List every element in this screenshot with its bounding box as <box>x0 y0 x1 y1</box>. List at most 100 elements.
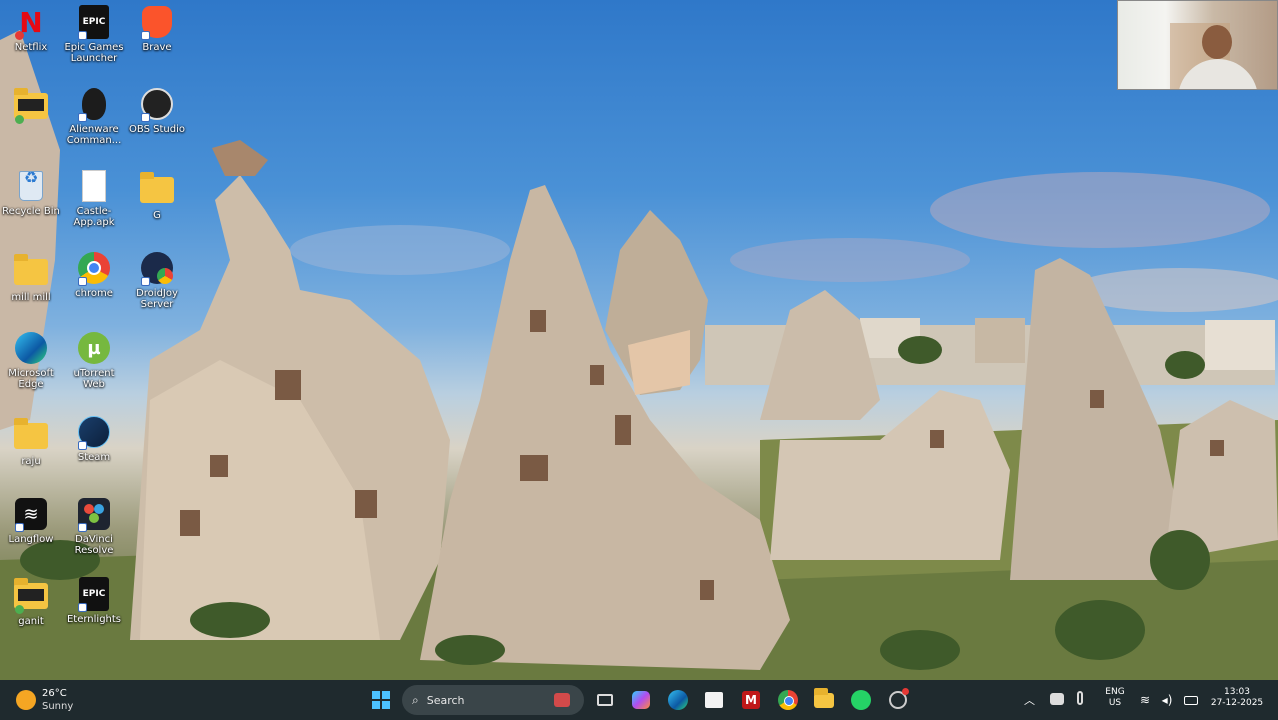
desktop-icon-alienware[interactable]: Alienware Comman... <box>63 86 125 146</box>
desktop-icon-label: uTorrent Web <box>73 368 115 390</box>
edge-icon <box>13 330 49 366</box>
show-hidden-icons-button[interactable]: ︿ <box>1024 692 1035 708</box>
task-view-icon <box>597 694 613 706</box>
folder-icon <box>13 254 49 290</box>
desktop-icon-label: ganit <box>18 616 44 627</box>
sun-icon <box>16 690 36 710</box>
weather-temp: 26°C <box>42 688 67 699</box>
epic-games-icon: EPIC <box>76 4 112 40</box>
desktop-icon-label: raju <box>21 456 41 467</box>
desktop-icon-brave[interactable]: Brave <box>126 4 188 53</box>
taskbar: 26°C Sunny M ︿ ENG US ≋ ◂) 13:03 27-12-2… <box>0 680 1278 720</box>
desktop-icon-epic-games[interactable]: EPIC Epic Games Launcher <box>63 4 125 64</box>
store-icon <box>705 692 723 708</box>
desktop-icon-label: G <box>153 210 161 221</box>
weather-widget[interactable]: 26°C Sunny <box>16 686 86 714</box>
folder-icon <box>13 578 49 614</box>
desktop-icon-folder-g[interactable]: G <box>126 172 188 221</box>
clock[interactable]: 13:03 27-12-2025 <box>1202 687 1272 709</box>
desktop-icon-eternlights[interactable]: EPIC Eternlights <box>63 576 125 625</box>
langflow-icon: ≋ <box>13 496 49 532</box>
davinci-icon <box>76 496 112 532</box>
desktop-icon-obs[interactable]: OBS Studio <box>126 86 188 135</box>
volume-icon: ◂) <box>1161 693 1173 707</box>
desktop-icon-label: OBS Studio <box>129 124 185 135</box>
mcafee-icon: M <box>742 691 760 709</box>
mcafee-button[interactable]: M <box>737 686 765 714</box>
utorrent-icon: µ <box>76 330 112 366</box>
folder-icon <box>13 418 49 454</box>
copilot-button[interactable] <box>627 686 655 714</box>
start-button[interactable] <box>367 686 395 714</box>
desktop-icon-folder[interactable] <box>0 88 62 126</box>
language-indicator[interactable]: ENG US <box>1100 687 1130 709</box>
desktop-icon-label: Langflow <box>8 534 54 545</box>
desktop-icon-netflix[interactable]: N Netflix <box>0 4 62 53</box>
task-view-button[interactable] <box>591 686 619 714</box>
desktop-icon-label: Eternlights <box>66 614 122 625</box>
file-icon <box>76 168 112 204</box>
file-explorer-icon <box>814 687 834 708</box>
webcam-overlay <box>1117 0 1278 90</box>
desktop-icon-label: DroidJoy Server <box>136 288 178 310</box>
search-highlight-icon <box>554 693 570 707</box>
brave-icon <box>139 4 175 40</box>
netflix-icon: N <box>13 4 49 40</box>
desktop-icon-castle-app[interactable]: Castle-App.apk <box>63 168 125 228</box>
copilot-icon <box>632 691 650 709</box>
desktop-icon-label: Microsoft Edge <box>8 368 54 390</box>
desktop-icon-davinci[interactable]: DaVinci Resolve <box>63 496 125 556</box>
desktop-icon-folder-raju[interactable]: raju <box>0 418 62 467</box>
desktop-icon-label: DaVinci Resolve <box>74 534 114 556</box>
onedrive-icon[interactable] <box>1050 693 1064 705</box>
settings-icon <box>889 688 909 709</box>
edge-icon <box>668 690 688 710</box>
desktop-icon-label: mill mill <box>11 292 51 303</box>
desktop-icon-folder-ganit[interactable]: ganit <box>0 578 62 627</box>
steam-icon <box>76 414 112 450</box>
chevron-up-icon: ︿ <box>1024 694 1035 707</box>
search-box[interactable]: ⌕ Search <box>402 685 584 715</box>
obs-icon <box>139 86 175 122</box>
cappadocia-landscape <box>0 30 1278 680</box>
windows-icon <box>372 691 390 709</box>
epic-games-icon: EPIC <box>76 576 112 612</box>
edge-taskbar-button[interactable] <box>664 686 692 714</box>
desktop-icon-langflow[interactable]: ≋ Langflow <box>0 496 62 545</box>
desktop-icon-label: Castle-App.apk <box>73 206 115 228</box>
desktop-icon-label: chrome <box>75 288 113 299</box>
chrome-icon <box>76 250 112 286</box>
alienware-icon <box>76 86 112 122</box>
language-line1: ENG <box>1105 687 1125 697</box>
desktop-wallpaper <box>0 0 1278 680</box>
recycle-bin-icon: ♻ <box>13 168 49 204</box>
battery-icon <box>1184 695 1198 705</box>
wifi-icon: ≋ <box>1140 693 1151 707</box>
folder-icon <box>139 172 175 208</box>
desktop-icon-recycle-bin[interactable]: ♻ Recycle Bin <box>0 168 62 218</box>
droidjoy-icon <box>139 250 175 286</box>
desktop-icon-utorrent[interactable]: µ uTorrent Web <box>63 330 125 390</box>
desktop-icon-folder-mill[interactable]: mill mill <box>0 254 62 303</box>
quick-settings-button[interactable]: ≋ ◂) <box>1140 688 1198 712</box>
clock-time: 13:03 <box>1224 687 1250 697</box>
search-label: Search <box>426 693 465 707</box>
language-line2: US <box>1108 698 1122 708</box>
desktop-icon-label: Alienware Comman... <box>66 124 122 146</box>
desktop-icon-droidjoy[interactable]: DroidJoy Server <box>126 250 188 310</box>
clock-date: 27-12-2025 <box>1210 698 1264 708</box>
chrome-taskbar-button[interactable] <box>774 686 802 714</box>
desktop-icon-label: Brave <box>142 42 172 53</box>
file-explorer-button[interactable] <box>810 686 838 714</box>
whatsapp-icon <box>851 690 871 710</box>
microphone-icon[interactable] <box>1077 691 1083 705</box>
desktop-icon-edge[interactable]: Microsoft Edge <box>0 330 62 390</box>
webcam-person-head <box>1202 25 1232 59</box>
desktop-icon-steam[interactable]: Steam <box>63 414 125 463</box>
chrome-icon <box>778 690 798 710</box>
store-button[interactable] <box>700 686 728 714</box>
desktop-icon-label: Netflix <box>14 42 48 53</box>
whatsapp-button[interactable] <box>847 686 875 714</box>
desktop-icon-chrome[interactable]: chrome <box>63 250 125 299</box>
settings-button[interactable] <box>884 686 912 714</box>
